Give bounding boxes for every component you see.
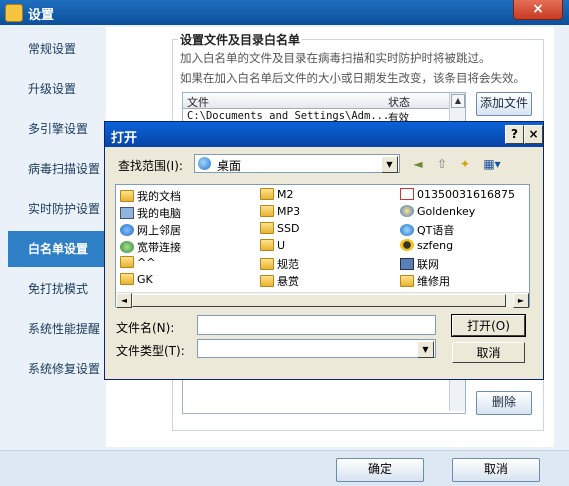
folder-icon [260,188,274,200]
sidebar-item-do-not-disturb[interactable]: 免打扰模式 [8,271,104,307]
view-menu-icon[interactable]: ▦▾ [481,156,503,172]
window-title: 设置 [28,8,55,23]
ok-button[interactable]: 确定 [336,458,424,482]
add-file-button[interactable]: 添加文件 [476,92,532,116]
file-list-horizontal-scrollbar[interactable]: ◄ ► [116,292,529,308]
network-shortcut-icon [400,258,414,270]
network-places-icon [120,224,134,236]
list-item[interactable]: GK [120,273,153,289]
my-computer-icon [120,207,134,219]
folder-icon [120,273,134,285]
list-item[interactable]: M2 [260,188,294,204]
folder-icon [260,205,274,217]
up-folder-icon[interactable]: ⇧ [434,156,450,172]
file-name-input[interactable] [197,315,436,335]
folder-icon [260,222,274,234]
dialog-cancel-button[interactable]: 取消 [452,342,525,363]
folder-icon [120,256,134,268]
scroll-left-arrow-icon[interactable]: ◄ [116,293,132,308]
look-in-dropdown[interactable]: 桌面 ▼ [194,154,400,173]
list-item[interactable]: 维修用 [400,273,450,289]
list-item[interactable]: 宽带连接 [120,239,181,255]
whitelist-description-2: 如果在加入白名单后文件的大小或日期发生改变，该条目将会失效。 [180,71,525,85]
open-file-dialog: 打开 ? × 查找范围(I): 桌面 ▼ ◄ ⇧ ✦ ▦▾ 我的文档 我的电脑 … [104,121,544,380]
whitelist-description-1: 加入白名单的文件及目录在病毒扫描和实时防护时将被跳过。 [180,51,491,65]
whitelist-group-title: 设置文件及目录白名单 [178,31,303,48]
pdf-file-icon [400,188,414,200]
list-item[interactable]: QT语音 [400,222,454,238]
settings-app-icon [5,4,23,22]
new-folder-icon[interactable]: ✦ [457,156,473,172]
my-documents-icon [120,190,134,202]
help-button[interactable]: ? [505,125,524,144]
dialog-titlebar: 打开 ? × [105,122,543,147]
app-shortcut-icon [400,224,414,236]
sidebar-item-repair[interactable]: 系统修复设置 [8,351,104,387]
desktop-icon [198,157,211,170]
dialog-title: 打开 [111,131,138,146]
broadband-connection-icon [120,241,134,253]
folder-icon [260,239,274,251]
scroll-right-arrow-icon[interactable]: ► [513,293,529,308]
delete-button[interactable]: 删除 [476,391,532,415]
list-item[interactable]: 网上邻居 [120,222,181,238]
list-item[interactable]: Goldenkey [400,205,475,221]
chevron-down-icon[interactable]: ▼ [417,341,434,358]
look-in-value: 桌面 [217,159,242,173]
sidebar-item-whitelist[interactable]: 白名单设置 [8,231,104,267]
back-icon[interactable]: ◄ [410,156,426,172]
window-close-button[interactable]: × [513,0,563,20]
list-item[interactable]: SSD [260,222,299,238]
folder-shortcut-icon [400,275,414,287]
list-item[interactable]: 悬赏 [260,273,299,289]
list-item[interactable]: MP3 [260,205,300,221]
sidebar-item-general[interactable]: 常规设置 [8,31,104,67]
open-button[interactable]: 打开(O) [451,314,526,337]
list-item[interactable]: 规范 [260,256,299,272]
column-header-status[interactable]: 状态 [388,94,410,110]
chevron-down-icon[interactable]: ▼ [381,156,398,173]
column-header-file[interactable]: 文件 [187,94,209,110]
list-item[interactable]: 联网 [400,256,439,272]
whitelist-table-header: 文件 状态 [183,93,449,109]
list-item[interactable]: 我的电脑 [120,205,181,221]
scroll-thumb[interactable] [132,294,506,307]
file-name-label: 文件名(N): [116,321,175,335]
file-list[interactable]: 我的文档 我的电脑 网上邻居 宽带连接 ^^ GK M2 MP3 SSD U 规… [115,184,530,308]
file-type-label: 文件类型(T): [116,344,185,358]
sidebar-item-multi-engine[interactable]: 多引擎设置 [8,111,104,147]
sidebar-item-realtime[interactable]: 实时防护设置 [8,191,104,227]
window-titlebar: 设置 × [0,0,569,25]
list-item[interactable]: 我的文档 [120,188,181,204]
dialog-close-button[interactable]: × [524,125,543,144]
list-item[interactable]: U [260,239,285,255]
settings-sidebar: 常规设置 升级设置 多引擎设置 病毒扫描设置 实时防护设置 白名单设置 免打扰模… [8,27,104,432]
qq-icon [400,239,414,251]
sidebar-item-upgrade[interactable]: 升级设置 [8,71,104,107]
app-shortcut-icon [400,205,414,217]
sidebar-item-performance[interactable]: 系统性能提醒 [8,311,104,347]
list-item[interactable]: szfeng [400,239,453,255]
folder-icon [260,258,274,270]
cancel-button[interactable]: 取消 [452,458,540,482]
folder-icon [260,275,274,287]
file-type-dropdown[interactable]: ▼ [197,339,436,358]
list-item[interactable]: ^^ [120,256,155,272]
look-in-label: 查找范围(I): [118,159,183,173]
sidebar-item-virus-scan[interactable]: 病毒扫描设置 [8,151,104,187]
scroll-up-arrow-icon[interactable]: ▲ [451,94,465,108]
list-item[interactable]: 01350031616875 [400,188,515,204]
